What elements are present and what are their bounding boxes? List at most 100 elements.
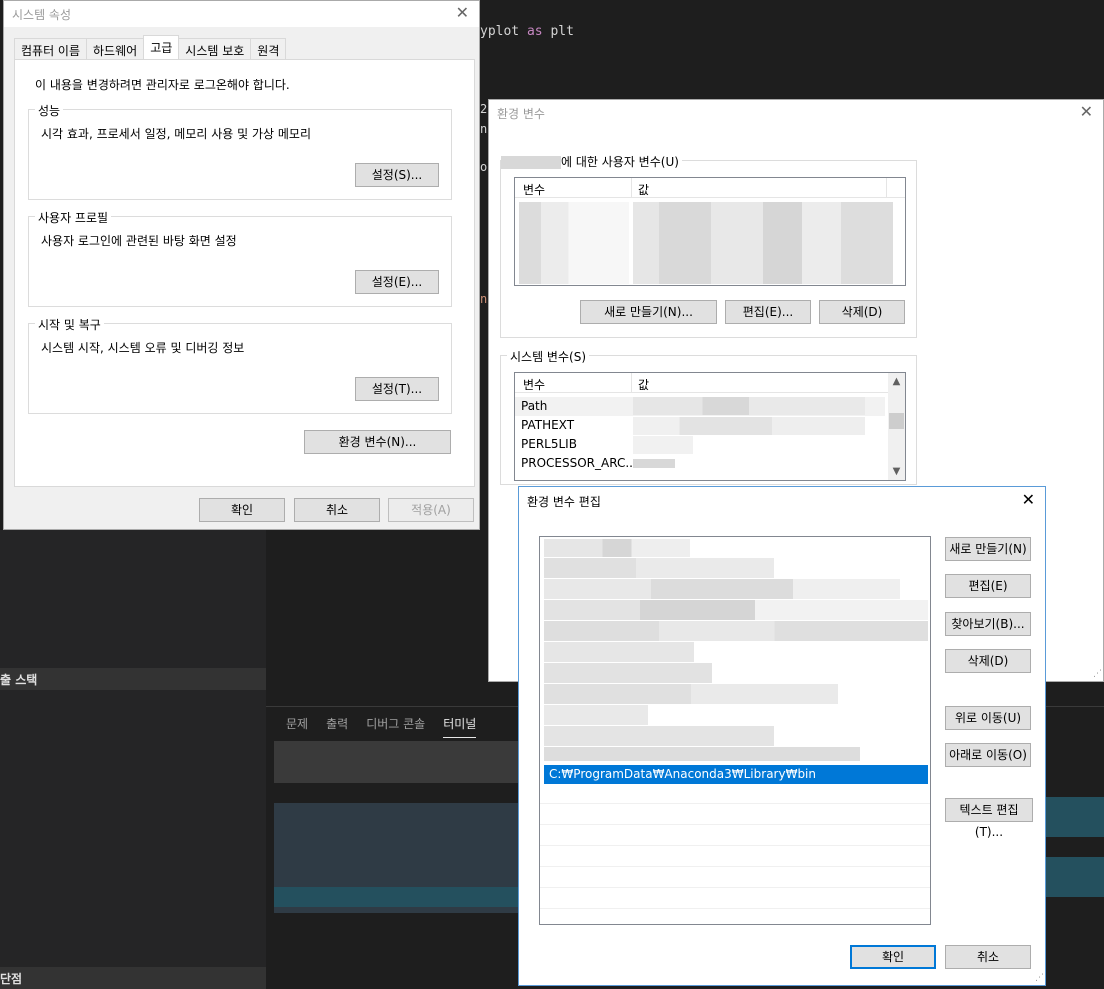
scroll-thumb[interactable] xyxy=(889,413,904,429)
panel-tab-problems[interactable]: 문제 xyxy=(286,715,308,738)
new-entry-button[interactable]: 새로 만들기(N) xyxy=(945,537,1031,561)
ok-button[interactable]: 확인 xyxy=(199,498,285,522)
user-edit-button[interactable]: 편집(E)... xyxy=(725,300,811,324)
performance-settings-button[interactable]: 설정(S)... xyxy=(355,163,439,187)
breakpoints-header[interactable]: 단점 xyxy=(0,967,266,989)
path-entries-list[interactable]: C:₩ProgramData₩Anaconda3₩Library₩bin xyxy=(539,536,931,925)
terminal-redacted xyxy=(274,887,519,907)
apply-button[interactable]: 적용(A) xyxy=(388,498,474,522)
edit-environment-variable-window: 환경 변수 편집 ✕ C:₩ProgramData₩Anaconda3₩Libr… xyxy=(518,486,1046,986)
move-up-button[interactable]: 위로 이동(U) xyxy=(945,706,1031,730)
redacted-entry xyxy=(544,705,648,725)
redacted-values xyxy=(633,397,865,415)
window-title: 환경 변수 편집 xyxy=(527,495,601,509)
browse-button[interactable]: 찾아보기(B)... xyxy=(945,612,1031,636)
cancel-button[interactable]: 취소 xyxy=(945,945,1031,969)
redacted-entry xyxy=(544,747,860,761)
redacted-entry xyxy=(544,663,712,683)
redacted-entry xyxy=(544,684,838,704)
user-profile-settings-button[interactable]: 설정(E)... xyxy=(355,270,439,294)
scroll-down-icon[interactable]: ▼ xyxy=(888,463,905,480)
close-icon[interactable]: ✕ xyxy=(1022,490,1035,509)
move-down-button[interactable]: 아래로 이동(O) xyxy=(945,743,1031,767)
redacted-entry xyxy=(544,726,774,746)
group-legend: 시작 및 복구 xyxy=(35,316,104,333)
titlebar: 환경 변수 ✕ xyxy=(489,100,1103,126)
environment-variables-button[interactable]: 환경 변수(N)... xyxy=(304,430,451,454)
admin-note: 이 내용을 변경하려면 관리자로 로그온해야 합니다. xyxy=(35,78,290,92)
list-item[interactable]: PROCESSOR_ARC... xyxy=(515,454,637,473)
group-legend: 성능 xyxy=(35,102,64,119)
user-group-label: 에 대한 사용자 변수(U) xyxy=(561,155,679,169)
tab-remote[interactable]: 원격 xyxy=(250,38,287,60)
window-title: 환경 변수 xyxy=(497,107,545,121)
code-keyword: as xyxy=(526,24,543,39)
startup-settings-button[interactable]: 설정(T)... xyxy=(355,377,439,401)
user-variables-group: 에 대한 사용자 변수(U) 변수 값 새로 만들기(N)... 편집(E)..… xyxy=(500,153,917,338)
terminal-redacted xyxy=(1046,797,1104,837)
list-header: 변수 값 xyxy=(515,178,905,198)
tab-system-protection[interactable]: 시스템 보호 xyxy=(178,38,252,60)
performance-group: 성능 시각 효과, 프로세서 일정, 메모리 사용 및 가상 메모리 설정(S)… xyxy=(28,102,452,200)
group-legend: 에 대한 사용자 변수(U) xyxy=(501,153,682,170)
system-variables-list[interactable]: 변수 값 Path PATHEXT PERL5LIB PROCESSOR_ARC… xyxy=(514,372,906,481)
edit-entry-button[interactable]: 편집(E) xyxy=(945,574,1031,598)
close-icon[interactable]: ✕ xyxy=(456,3,469,22)
user-profile-group: 사용자 프로필 사용자 로그인에 관련된 바탕 화면 설정 설정(E)... xyxy=(28,209,452,307)
advanced-tab-page: 이 내용을 변경하려면 관리자로 로그온해야 합니다. 성능 시각 효과, 프로… xyxy=(14,59,475,487)
cancel-button[interactable]: 취소 xyxy=(294,498,380,522)
editor-code-line: yplot as plt xyxy=(480,24,574,39)
panel-tab-output[interactable]: 출력 xyxy=(326,715,348,738)
redacted-entry xyxy=(544,621,928,641)
group-description: 시스템 시작, 시스템 오류 및 디버깅 정보 xyxy=(41,341,245,355)
editor-edge-char: n xyxy=(480,122,488,136)
redacted-values xyxy=(633,436,693,454)
redacted-entry xyxy=(544,539,690,557)
redacted-values xyxy=(633,202,893,284)
code-tail: plt xyxy=(542,24,574,39)
user-variables-list[interactable]: 변수 값 xyxy=(514,177,906,286)
group-description: 시각 효과, 프로세서 일정, 메모리 사용 및 가상 메모리 xyxy=(41,127,311,141)
col-variable[interactable]: 변수 xyxy=(523,376,545,393)
editor-edge-char: 2 xyxy=(480,102,488,116)
panel-tab-terminal[interactable]: 터미널 xyxy=(443,715,477,738)
selected-path-entry[interactable]: C:₩ProgramData₩Anaconda3₩Library₩bin xyxy=(544,765,928,784)
list-item[interactable]: PERL5LIB xyxy=(515,435,577,454)
col-value[interactable]: 값 xyxy=(638,376,649,393)
redacted-entry xyxy=(544,558,774,578)
tab-hardware[interactable]: 하드웨어 xyxy=(86,38,145,60)
group-legend: 시스템 변수(S) xyxy=(507,348,589,365)
col-value[interactable]: 값 xyxy=(638,181,649,198)
col-variable[interactable]: 변수 xyxy=(523,181,545,198)
list-item[interactable]: PATHEXT xyxy=(515,416,574,435)
close-icon[interactable]: ✕ xyxy=(1080,102,1093,121)
resize-grip-icon[interactable]: ⋰ xyxy=(1035,973,1044,983)
user-delete-button[interactable]: 삭제(D) xyxy=(819,300,905,324)
terminal-redacted xyxy=(274,741,519,783)
redacted-entry xyxy=(544,600,928,620)
redacted-username xyxy=(501,156,561,169)
redacted-values xyxy=(633,417,865,435)
panel-tab-debug-console[interactable]: 디버그 콘솔 xyxy=(366,715,425,738)
system-list-scrollbar[interactable]: ▲ ▼ xyxy=(888,373,905,480)
delete-entry-button[interactable]: 삭제(D) xyxy=(945,649,1031,673)
tab-strip: 컴퓨터 이름 하드웨어 고급 시스템 보호 원격 xyxy=(14,35,287,60)
panel-tabs: 문제 출력 디버그 콘솔 터미널 xyxy=(286,715,477,738)
terminal-redacted xyxy=(1046,857,1104,897)
code-text: yplot xyxy=(480,24,527,39)
tab-advanced[interactable]: 고급 xyxy=(143,35,180,60)
tab-computer-name[interactable]: 컴퓨터 이름 xyxy=(14,38,88,60)
ok-button[interactable]: 확인 xyxy=(850,945,936,969)
redacted-entry xyxy=(544,642,694,662)
scroll-up-icon[interactable]: ▲ xyxy=(888,373,905,390)
redacted-values xyxy=(633,459,675,468)
edit-text-button[interactable]: 텍스트 편집(T)... xyxy=(945,798,1033,839)
resize-grip-icon[interactable]: ⋰ xyxy=(1093,669,1102,679)
window-title: 시스템 속성 xyxy=(12,8,72,22)
redacted-entry xyxy=(544,579,900,599)
editor-edge-char: o xyxy=(480,160,488,174)
user-new-button[interactable]: 새로 만들기(N)... xyxy=(580,300,717,324)
list-header: 변수 값 xyxy=(515,373,905,393)
callstack-header[interactable]: 출 스택 xyxy=(0,668,266,690)
system-properties-window: 시스템 속성 ✕ 컴퓨터 이름 하드웨어 고급 시스템 보호 원격 이 내용을 … xyxy=(3,0,480,530)
